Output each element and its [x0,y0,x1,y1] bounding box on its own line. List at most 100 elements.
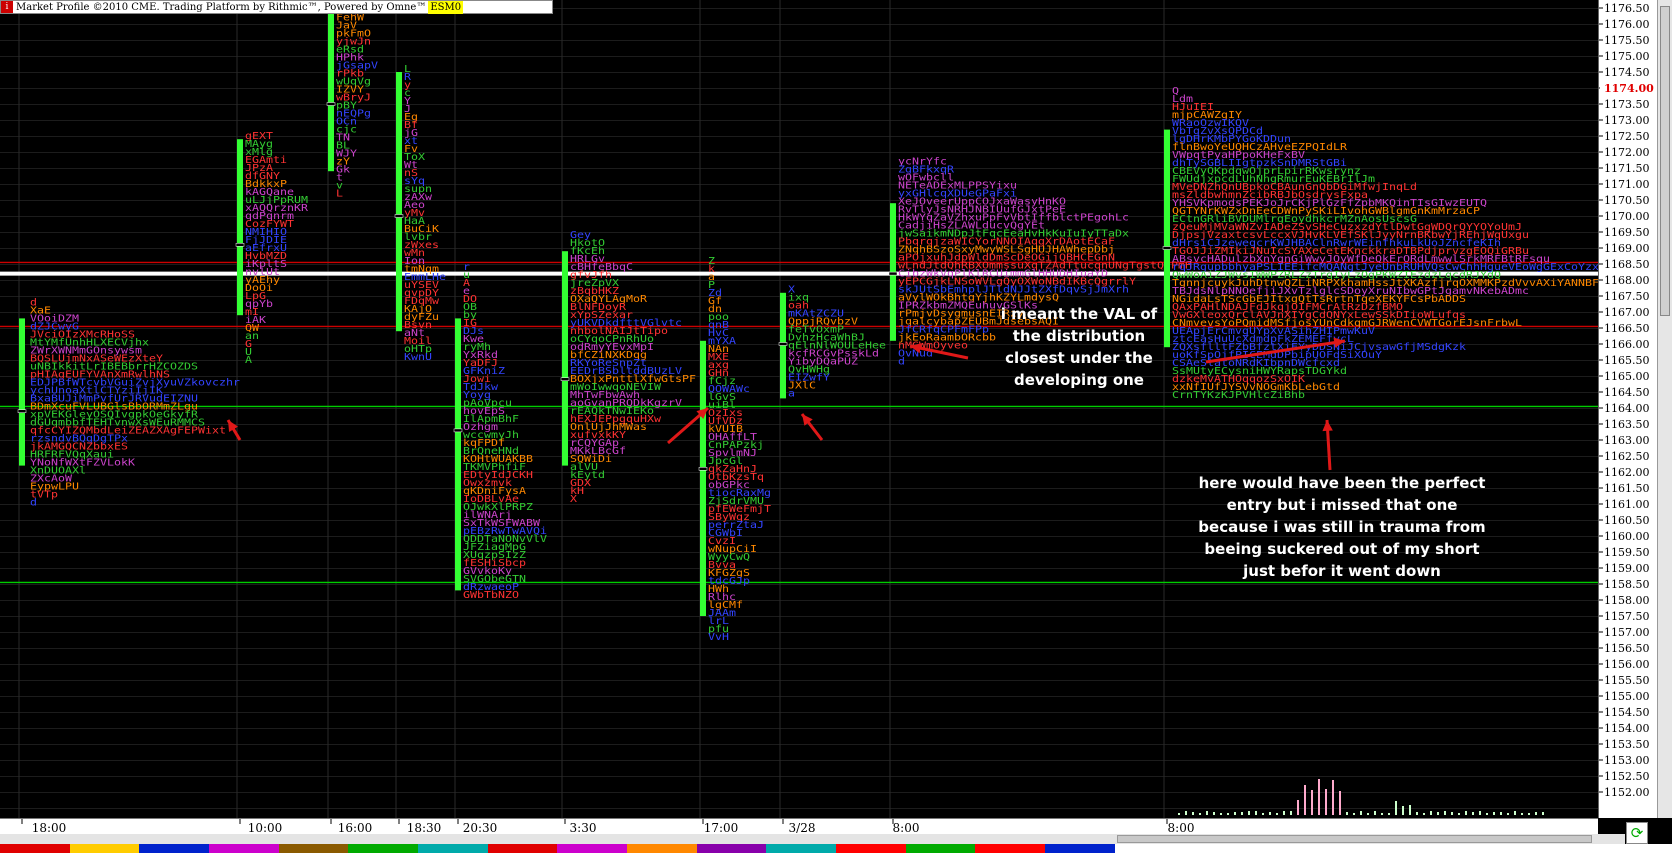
volume-bar [1535,812,1537,815]
tpo-row: L [336,189,343,200]
price-tick-label: 1167.50 [1604,290,1650,303]
volume-bar [1290,811,1292,815]
price-tick-label: 1157.50 [1604,610,1650,623]
tpo-row: d [898,357,905,368]
price-tick-label: 1176.50 [1604,2,1650,15]
window-titlebar: i Market Profile ©2010 CME. Trading Platf… [0,0,553,14]
tpo-row: GWbTbNZO [463,590,519,601]
volume-bar [1241,812,1243,815]
volume-bar [1493,812,1495,815]
horizontal-scroll-thumb[interactable] [1117,835,1592,843]
tpo-row: CrnTYKzKJPVHlcZiBhb [1172,390,1305,401]
color-strip-swatch [1463,844,1533,853]
price-tick-label: 1165.00 [1604,370,1650,383]
window-title: Market Profile ©2010 CME. Trading Platfo… [16,2,427,13]
volume-bar [1220,813,1222,815]
price-tick-label: 1155.00 [1604,690,1650,703]
price-tick-label: 1161.50 [1604,482,1650,495]
time-axis: 18:00 10:00 16:00 18:30 20:30 3:30 17:00 3/28 8:… [0,818,1598,835]
price-tick-label: 1153.00 [1604,754,1650,767]
color-strip-swatch [418,844,488,853]
vertical-scroll-thumb[interactable] [1660,6,1670,316]
volume-bar [1227,813,1229,815]
symbol-label[interactable]: ESM0 [428,1,464,14]
time-tick-label: 3:30 [570,821,597,835]
poc-marker [1162,246,1172,250]
tpo-row: A [245,355,252,366]
color-strip-swatch [836,844,906,853]
volume-bar [1507,813,1509,815]
color-strip-swatch [69,844,140,853]
price-tick-label: 1156.00 [1604,658,1650,671]
color-strip-swatch [1045,844,1115,853]
value-area-bar [700,340,706,616]
value-area-bar [455,318,461,591]
volume-bar [1500,812,1502,815]
poc-marker [235,243,245,247]
value-area-bar [19,318,25,466]
poc-marker [698,467,708,471]
horizontal-scrollbar[interactable] [0,834,1625,844]
price-tick-label: 1163.50 [1604,418,1650,431]
time-tick-label: 17:00 [704,821,739,835]
color-strip-swatch [139,844,210,853]
volume-bar [1318,779,1320,815]
volume-bar [1430,811,1432,815]
price-tick-label: 1171.50 [1604,162,1650,175]
market-profile-chart[interactable]: dXaEVOoiDZMdZJCwyGJVciOIzXMcRHoSSMtYMfUn… [0,0,1598,818]
volume-bar [1465,811,1467,815]
refresh-icon[interactable]: ⟳ [1626,822,1648,844]
volume-bar [1409,805,1411,815]
color-strip-swatch [348,844,419,853]
price-tick-label: 1170.50 [1604,194,1650,207]
poc-marker [778,342,788,346]
price-tick-label: 1176.00 [1604,18,1650,31]
tpo-row: VvH [708,632,729,643]
poc-marker [394,214,404,218]
volume-bar [1479,811,1481,815]
volume-bar [1388,813,1390,815]
color-strip-swatch [487,844,558,853]
price-tick-label: 1166.50 [1604,322,1650,335]
volume-bar [1528,813,1530,815]
volume-bar [1339,791,1341,815]
tpo-row: d [30,497,37,508]
volume-bar [1178,813,1180,815]
tpo-row: a [788,389,795,400]
volume-bar [1395,801,1397,815]
color-strip-swatch [1532,844,1603,853]
volume-bar [1283,811,1285,815]
time-tick-label: 8:00 [1168,821,1195,835]
price-tick-label: 1154.00 [1604,722,1650,735]
price-tick-label: 1159.00 [1604,562,1650,575]
price-tick-label: 1164.50 [1604,386,1650,399]
color-strip-swatch [1114,844,1185,853]
volume-bar [1248,811,1250,815]
price-tick-label: 1171.00 [1604,178,1650,191]
volume-bar [1255,811,1257,815]
price-tick-label: 1162.50 [1604,450,1650,463]
price-tick-label: 1168.50 [1604,258,1650,271]
price-tick-label: 1156.50 [1604,642,1650,655]
price-axis[interactable]: 1176.50 1176.00 1175.50 1175.00 1174.50 1174.… [1598,0,1657,818]
price-tick-label: 1175.50 [1604,34,1650,47]
value-area-bar [237,139,243,316]
value-area-bar [562,251,568,466]
color-strip-swatch [557,844,628,853]
price-tick-label: 1158.00 [1604,594,1650,607]
color-strip-swatch [1184,844,1255,853]
volume-bar [1206,811,1208,815]
color-strip [0,844,1672,853]
volume-bar [1234,812,1236,815]
color-strip-swatch [766,844,837,853]
color-strip-swatch [696,844,767,853]
color-strip-swatch [627,844,697,853]
price-tick-label: 1164.00 [1604,402,1650,415]
price-tick-label: 1165.50 [1604,354,1650,367]
current-price-label: 1174.00 [1604,82,1654,95]
volume-bar [1542,812,1544,815]
price-tick-label: 1159.50 [1604,546,1650,559]
vertical-scrollbar[interactable] [1657,0,1672,818]
poc-marker [888,271,898,276]
color-strip-swatch [278,844,349,853]
